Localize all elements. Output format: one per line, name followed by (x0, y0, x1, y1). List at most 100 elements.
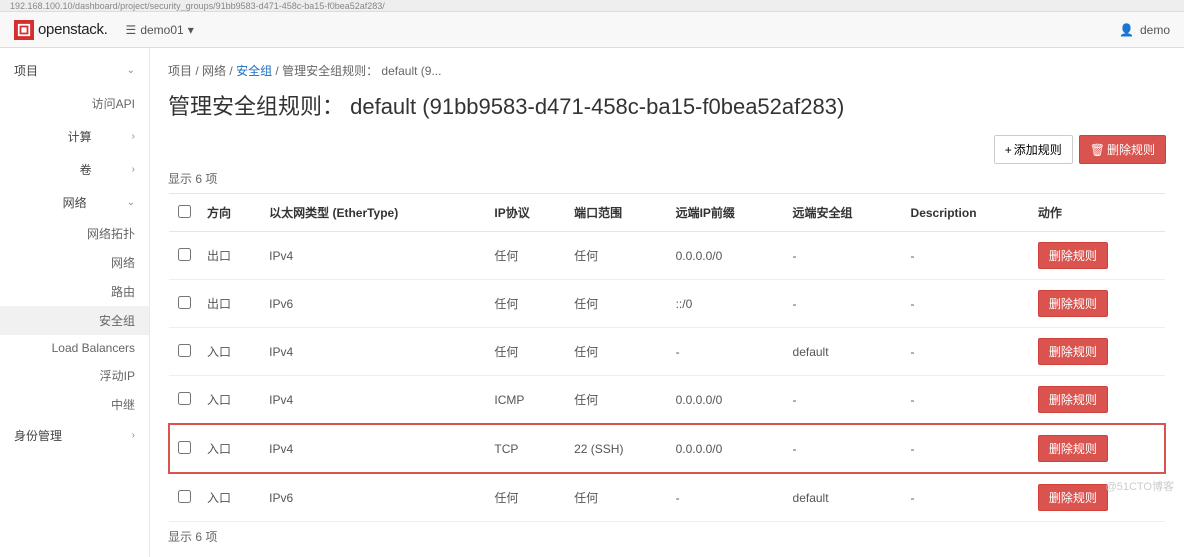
item-count-top: 显示 6 项 (168, 170, 1166, 187)
table-row: 入口IPv4ICMP任何0.0.0.0/0--删除规则 (169, 376, 1165, 425)
sidebar-item-label: 项目 (14, 62, 38, 79)
row-checkbox[interactable] (178, 248, 191, 261)
sidebar-item-network[interactable]: 网络 ⌄ (0, 186, 149, 219)
brand-text: openstack. (38, 21, 108, 38)
trash-icon: 🗑 (1090, 143, 1105, 157)
cell-description: - (903, 328, 1030, 376)
row-checkbox[interactable] (178, 490, 191, 503)
cell-remote-sg: - (785, 232, 903, 280)
sidebar-item-floating-ips[interactable]: 浮动IP (0, 361, 149, 390)
row-checkbox[interactable] (178, 296, 191, 309)
item-count-bottom: 显示 6 项 (168, 528, 1166, 545)
row-checkbox-cell (169, 232, 199, 280)
sidebar-item-compute[interactable]: 计算 › (0, 120, 149, 153)
sidebar-item-label: 网络 (63, 194, 87, 211)
cell-remote-ip-prefix: - (668, 473, 785, 522)
delete-rule-button[interactable]: 删除规则 (1038, 290, 1108, 317)
cell-port-range: 任何 (566, 328, 667, 376)
sidebar-item-network-topology[interactable]: 网络拓扑 (0, 219, 149, 248)
select-all-checkbox[interactable] (178, 205, 191, 218)
cell-remote-ip-prefix: 0.0.0.0/0 (668, 424, 785, 473)
delete-rule-button[interactable]: 删除规则 (1038, 242, 1108, 269)
delete-rule-button[interactable]: 删除规则 (1038, 386, 1108, 413)
watermark: @51CTO博客 (1106, 478, 1174, 494)
sidebar-item-project[interactable]: 项目 ⌄ (0, 54, 149, 87)
row-checkbox[interactable] (178, 392, 191, 405)
chevron-down-icon: ⌄ (127, 65, 135, 76)
caret-down-icon: ▾ (188, 23, 194, 37)
row-checkbox[interactable] (178, 441, 191, 454)
row-checkbox-cell (169, 280, 199, 328)
sidebar-item-label: 中继 (111, 396, 135, 413)
cell-description: - (903, 280, 1030, 328)
cell-actions: 删除规则 (1030, 424, 1165, 473)
sidebar-item-label: Load Balancers (52, 341, 135, 355)
sidebar-item-label: 路由 (111, 283, 135, 300)
chevron-down-icon: ⌄ (127, 197, 135, 208)
cell-actions: 删除规则 (1030, 232, 1165, 280)
cell-actions: 删除规则 (1030, 328, 1165, 376)
cell-ether-type: IPv4 (261, 424, 486, 473)
button-label: 删除规则 (1107, 141, 1155, 158)
sidebar-item-label: 浮动IP (100, 367, 135, 384)
sidebar: 项目 ⌄ 访问API 计算 › 卷 › 网络 ⌄ 网络拓扑 网络 路由 安全组 (0, 48, 150, 557)
row-checkbox-cell (169, 376, 199, 425)
row-checkbox-cell (169, 424, 199, 473)
cell-ether-type: IPv6 (261, 473, 486, 522)
main-content: 项目 / 网络 / 安全组 / 管理安全组规则： default (9... 管… (150, 48, 1184, 557)
page-title: 管理安全组规则： default (91bb9583-d471-458c-ba1… (168, 89, 1166, 121)
cell-direction: 入口 (199, 328, 261, 376)
breadcrumb-link[interactable]: 安全组 (236, 64, 272, 78)
add-rule-button[interactable]: + 添加规则 (994, 135, 1073, 164)
row-checkbox[interactable] (178, 344, 191, 357)
col-direction[interactable]: 方向 (199, 194, 261, 232)
sidebar-item-load-balancers[interactable]: Load Balancers (0, 335, 149, 361)
action-bar: + 添加规则 🗑 删除规则 (168, 135, 1166, 164)
delete-rule-button[interactable]: 删除规则 (1038, 338, 1108, 365)
sidebar-item-label: 安全组 (99, 312, 135, 329)
brand-logo[interactable]: openstack. (14, 20, 108, 40)
cell-direction: 入口 (199, 424, 261, 473)
col-remote-sg[interactable]: 远端安全组 (785, 194, 903, 232)
cell-direction: 出口 (199, 232, 261, 280)
cell-ether-type: IPv6 (261, 280, 486, 328)
chevron-right-icon: › (132, 164, 135, 175)
cell-direction: 入口 (199, 376, 261, 425)
chevron-right-icon: › (132, 430, 135, 441)
sidebar-item-identity[interactable]: 身份管理 › (0, 419, 149, 452)
rules-table: 方向 以太网类型 (EtherType) IP协议 端口范围 远端IP前缀 远端… (168, 193, 1166, 522)
col-ip-protocol[interactable]: IP协议 (486, 194, 566, 232)
col-ether-type[interactable]: 以太网类型 (EtherType) (261, 194, 486, 232)
sidebar-item-trunks[interactable]: 中继 (0, 390, 149, 419)
user-icon: 👤 (1119, 23, 1134, 37)
cell-ip-protocol: 任何 (486, 328, 566, 376)
delete-rule-button[interactable]: 删除规则 (1038, 435, 1108, 462)
cell-direction: 入口 (199, 473, 261, 522)
row-checkbox-cell (169, 328, 199, 376)
delete-rules-button[interactable]: 🗑 删除规则 (1079, 135, 1166, 164)
user-menu[interactable]: 👤 demo (1119, 23, 1170, 37)
cell-ip-protocol: 任何 (486, 280, 566, 328)
col-description[interactable]: Description (903, 194, 1030, 232)
sidebar-item-label: 卷 (80, 161, 92, 178)
cell-description: - (903, 424, 1030, 473)
topbar: openstack. ☰ demo01 ▾ 👤 demo (0, 12, 1184, 48)
cell-port-range: 任何 (566, 473, 667, 522)
cell-description: - (903, 376, 1030, 425)
sidebar-item-networks[interactable]: 网络 (0, 248, 149, 277)
breadcrumb-item: 网络 (202, 64, 226, 78)
delete-rule-button[interactable]: 删除规则 (1038, 484, 1108, 511)
sidebar-item-security-groups[interactable]: 安全组 (0, 306, 149, 335)
cell-ip-protocol: 任何 (486, 473, 566, 522)
sidebar-item-access-api[interactable]: 访问API (0, 87, 149, 120)
cell-ip-protocol: ICMP (486, 376, 566, 425)
project-selector[interactable]: ☰ demo01 ▾ (126, 23, 194, 37)
cell-port-range: 任何 (566, 280, 667, 328)
col-port-range[interactable]: 端口范围 (566, 194, 667, 232)
sidebar-item-label: 计算 (68, 128, 92, 145)
row-checkbox-cell (169, 473, 199, 522)
cell-description: - (903, 232, 1030, 280)
sidebar-item-volumes[interactable]: 卷 › (0, 153, 149, 186)
col-remote-ip-prefix[interactable]: 远端IP前缀 (668, 194, 785, 232)
sidebar-item-routers[interactable]: 路由 (0, 277, 149, 306)
